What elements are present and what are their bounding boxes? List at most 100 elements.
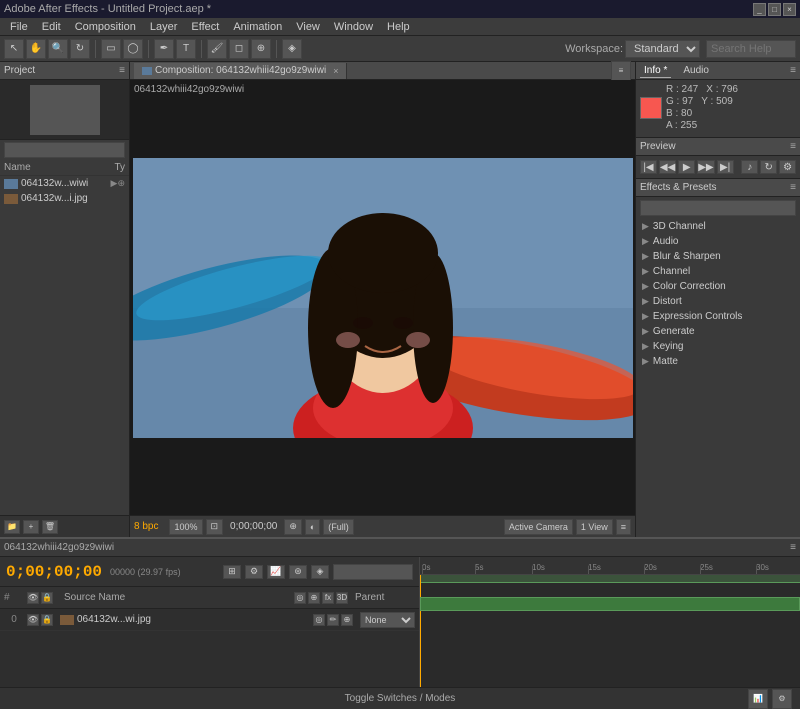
info-tab[interactable]: Info * — [640, 64, 671, 78]
comp-tab-close[interactable]: × — [333, 66, 338, 76]
comp-name-overlay: 064132whiii42go9z9wiwi — [134, 84, 244, 95]
effect-item-channel[interactable]: ▶ Channel — [636, 264, 800, 279]
tool-hand[interactable]: ✋ — [26, 39, 46, 59]
comp-zoom-select[interactable]: 100% — [169, 519, 202, 535]
tl-solo-button[interactable]: ◈ — [311, 565, 329, 579]
effect-item-generate[interactable]: ▶ Generate — [636, 324, 800, 339]
tl-settings-button[interactable]: ⚙ — [245, 565, 263, 579]
tool-paint[interactable]: 🖌 — [207, 39, 227, 59]
minimize-button[interactable]: _ — [753, 3, 766, 16]
tl-header-effects[interactable]: fx — [322, 592, 334, 604]
search-help-input[interactable] — [706, 40, 796, 58]
effect-item-matte[interactable]: ▶ Matte — [636, 354, 800, 369]
info-y: Y : 509 — [701, 96, 733, 107]
info-x: X : 796 — [706, 84, 738, 95]
window-controls[interactable]: _ □ × — [753, 3, 796, 16]
preview-prev-frame-button[interactable]: ◀◀ — [659, 160, 676, 174]
preview-first-button[interactable]: |◀ — [640, 160, 657, 174]
tl-motion-button[interactable]: ⊛ — [289, 565, 307, 579]
menu-animation[interactable]: Animation — [227, 20, 288, 34]
tl-playhead[interactable] — [420, 575, 421, 687]
workspace-select[interactable]: Standard — [625, 40, 700, 58]
tool-pen[interactable]: ✒ — [154, 39, 174, 59]
tl-row-lock-0[interactable]: 🔒 — [41, 614, 53, 626]
menu-layer[interactable]: Layer — [144, 20, 184, 34]
project-item[interactable]: 064132w...wiwi ▶⊕ — [0, 176, 129, 191]
project-search-input[interactable] — [4, 142, 125, 158]
comp-view-select[interactable]: Active Camera — [504, 519, 573, 535]
tl-row-parent-selector-0[interactable]: ⊕ — [341, 614, 353, 626]
tool-zoom[interactable]: 🔍 — [48, 39, 68, 59]
tl-header-3d[interactable]: 3D — [336, 592, 348, 604]
tl-track-bar-0[interactable] — [420, 597, 800, 611]
preview-play-button[interactable]: ▶ — [678, 160, 695, 174]
preview-loop-button[interactable]: ↻ — [760, 160, 777, 174]
comp-views-select[interactable]: 1 View — [576, 519, 613, 535]
preview-panel-menu[interactable]: ≡ — [790, 141, 796, 152]
effect-item-expression[interactable]: ▶ Expression Controls — [636, 309, 800, 324]
close-button[interactable]: × — [783, 3, 796, 16]
menu-effect[interactable]: Effect — [185, 20, 225, 34]
comp-panel-menu[interactable]: ≡ — [611, 61, 631, 81]
effect-item-distort[interactable]: ▶ Distort — [636, 294, 800, 309]
comp-panel-menu2[interactable]: ≡ — [616, 519, 631, 535]
tl-header-solo[interactable]: ◎ — [294, 592, 306, 604]
tl-row-pencil-0[interactable]: ✏ — [327, 614, 339, 626]
comp-tab-icon — [142, 67, 152, 75]
preview-next-frame-button[interactable]: ▶▶ — [697, 160, 714, 174]
tool-arrow[interactable]: ↖ — [4, 39, 24, 59]
comp-snap-button[interactable]: ⊕ — [284, 519, 302, 535]
menu-composition[interactable]: Composition — [69, 20, 142, 34]
comp-fit-button[interactable]: ⊡ — [206, 519, 224, 535]
tool-mask-rect[interactable]: ▭ — [101, 39, 121, 59]
effect-item-blur[interactable]: ▶ Blur & Sharpen — [636, 249, 800, 264]
effect-item-keying[interactable]: ▶ Keying — [636, 339, 800, 354]
menu-window[interactable]: Window — [328, 20, 379, 34]
tl-row-solo-0[interactable]: ◎ — [313, 614, 325, 626]
effects-search-input[interactable] — [640, 200, 796, 216]
tool-text[interactable]: T — [176, 39, 196, 59]
new-folder-button[interactable]: 📁 — [4, 520, 20, 534]
maximize-button[interactable]: □ — [768, 3, 781, 16]
menu-file[interactable]: File — [4, 20, 34, 34]
project-preview-box — [30, 85, 100, 135]
tl-parent-select-0[interactable]: None — [360, 612, 415, 628]
delete-button[interactable]: 🗑 — [42, 520, 58, 534]
comp-tab[interactable]: Composition: 064132whiii42go9z9wiwi × — [134, 63, 347, 79]
tool-mask-ellipse[interactable]: ◯ — [123, 39, 143, 59]
project-panel-close[interactable]: ≡ — [119, 65, 125, 76]
tool-eraser[interactable]: ◻ — [229, 39, 249, 59]
status-settings-button[interactable]: ⚙ — [772, 689, 792, 709]
effect-item-3dchannel[interactable]: ▶ 3D Channel — [636, 219, 800, 234]
preview-settings-button[interactable]: ⚙ — [779, 160, 796, 174]
status-graph-button[interactable]: 📊 — [748, 689, 768, 709]
menu-view[interactable]: View — [290, 20, 326, 34]
tl-search-input[interactable] — [333, 564, 413, 580]
tl-header-eye[interactable]: 👁 — [27, 592, 39, 604]
tl-graph-button[interactable]: 📈 — [267, 565, 285, 579]
new-comp-button[interactable]: + — [23, 520, 39, 534]
project-item[interactable]: 064132w...i.jpg — [0, 191, 129, 206]
effect-item-color[interactable]: ▶ Color Correction — [636, 279, 800, 294]
tool-rotate[interactable]: ↻ — [70, 39, 90, 59]
tool-clone[interactable]: ⊕ — [251, 39, 271, 59]
tl-composition-button[interactable]: ⊞ — [223, 565, 241, 579]
preview-last-button[interactable]: ▶| — [717, 160, 734, 174]
effects-panel-menu[interactable]: ≡ — [790, 182, 796, 193]
project-item-name-1: 064132w...i.jpg — [21, 193, 88, 204]
comp-exposure-button[interactable]: ◐ — [305, 519, 320, 535]
audio-tab[interactable]: Audio — [679, 64, 713, 77]
comp-quality-select[interactable]: (Full) — [323, 519, 354, 535]
timeline-track-header: # 👁 🔒 Source Name ◎ ⊕ fx 3D Parent — [0, 587, 419, 609]
preview-audio-button[interactable]: ♪ — [741, 160, 758, 174]
menu-help[interactable]: Help — [381, 20, 416, 34]
ruler-line-0 — [422, 566, 423, 574]
tl-header-lock[interactable]: 🔒 — [41, 592, 53, 604]
effect-item-audio[interactable]: ▶ Audio — [636, 234, 800, 249]
info-panel-menu[interactable]: ≡ — [790, 65, 796, 76]
tl-row-eye-0[interactable]: 👁 — [27, 614, 39, 626]
tl-header-motion[interactable]: ⊕ — [308, 592, 320, 604]
timeline-menu[interactable]: ≡ — [790, 542, 796, 553]
menu-edit[interactable]: Edit — [36, 20, 67, 34]
tool-puppet[interactable]: ◈ — [282, 39, 302, 59]
